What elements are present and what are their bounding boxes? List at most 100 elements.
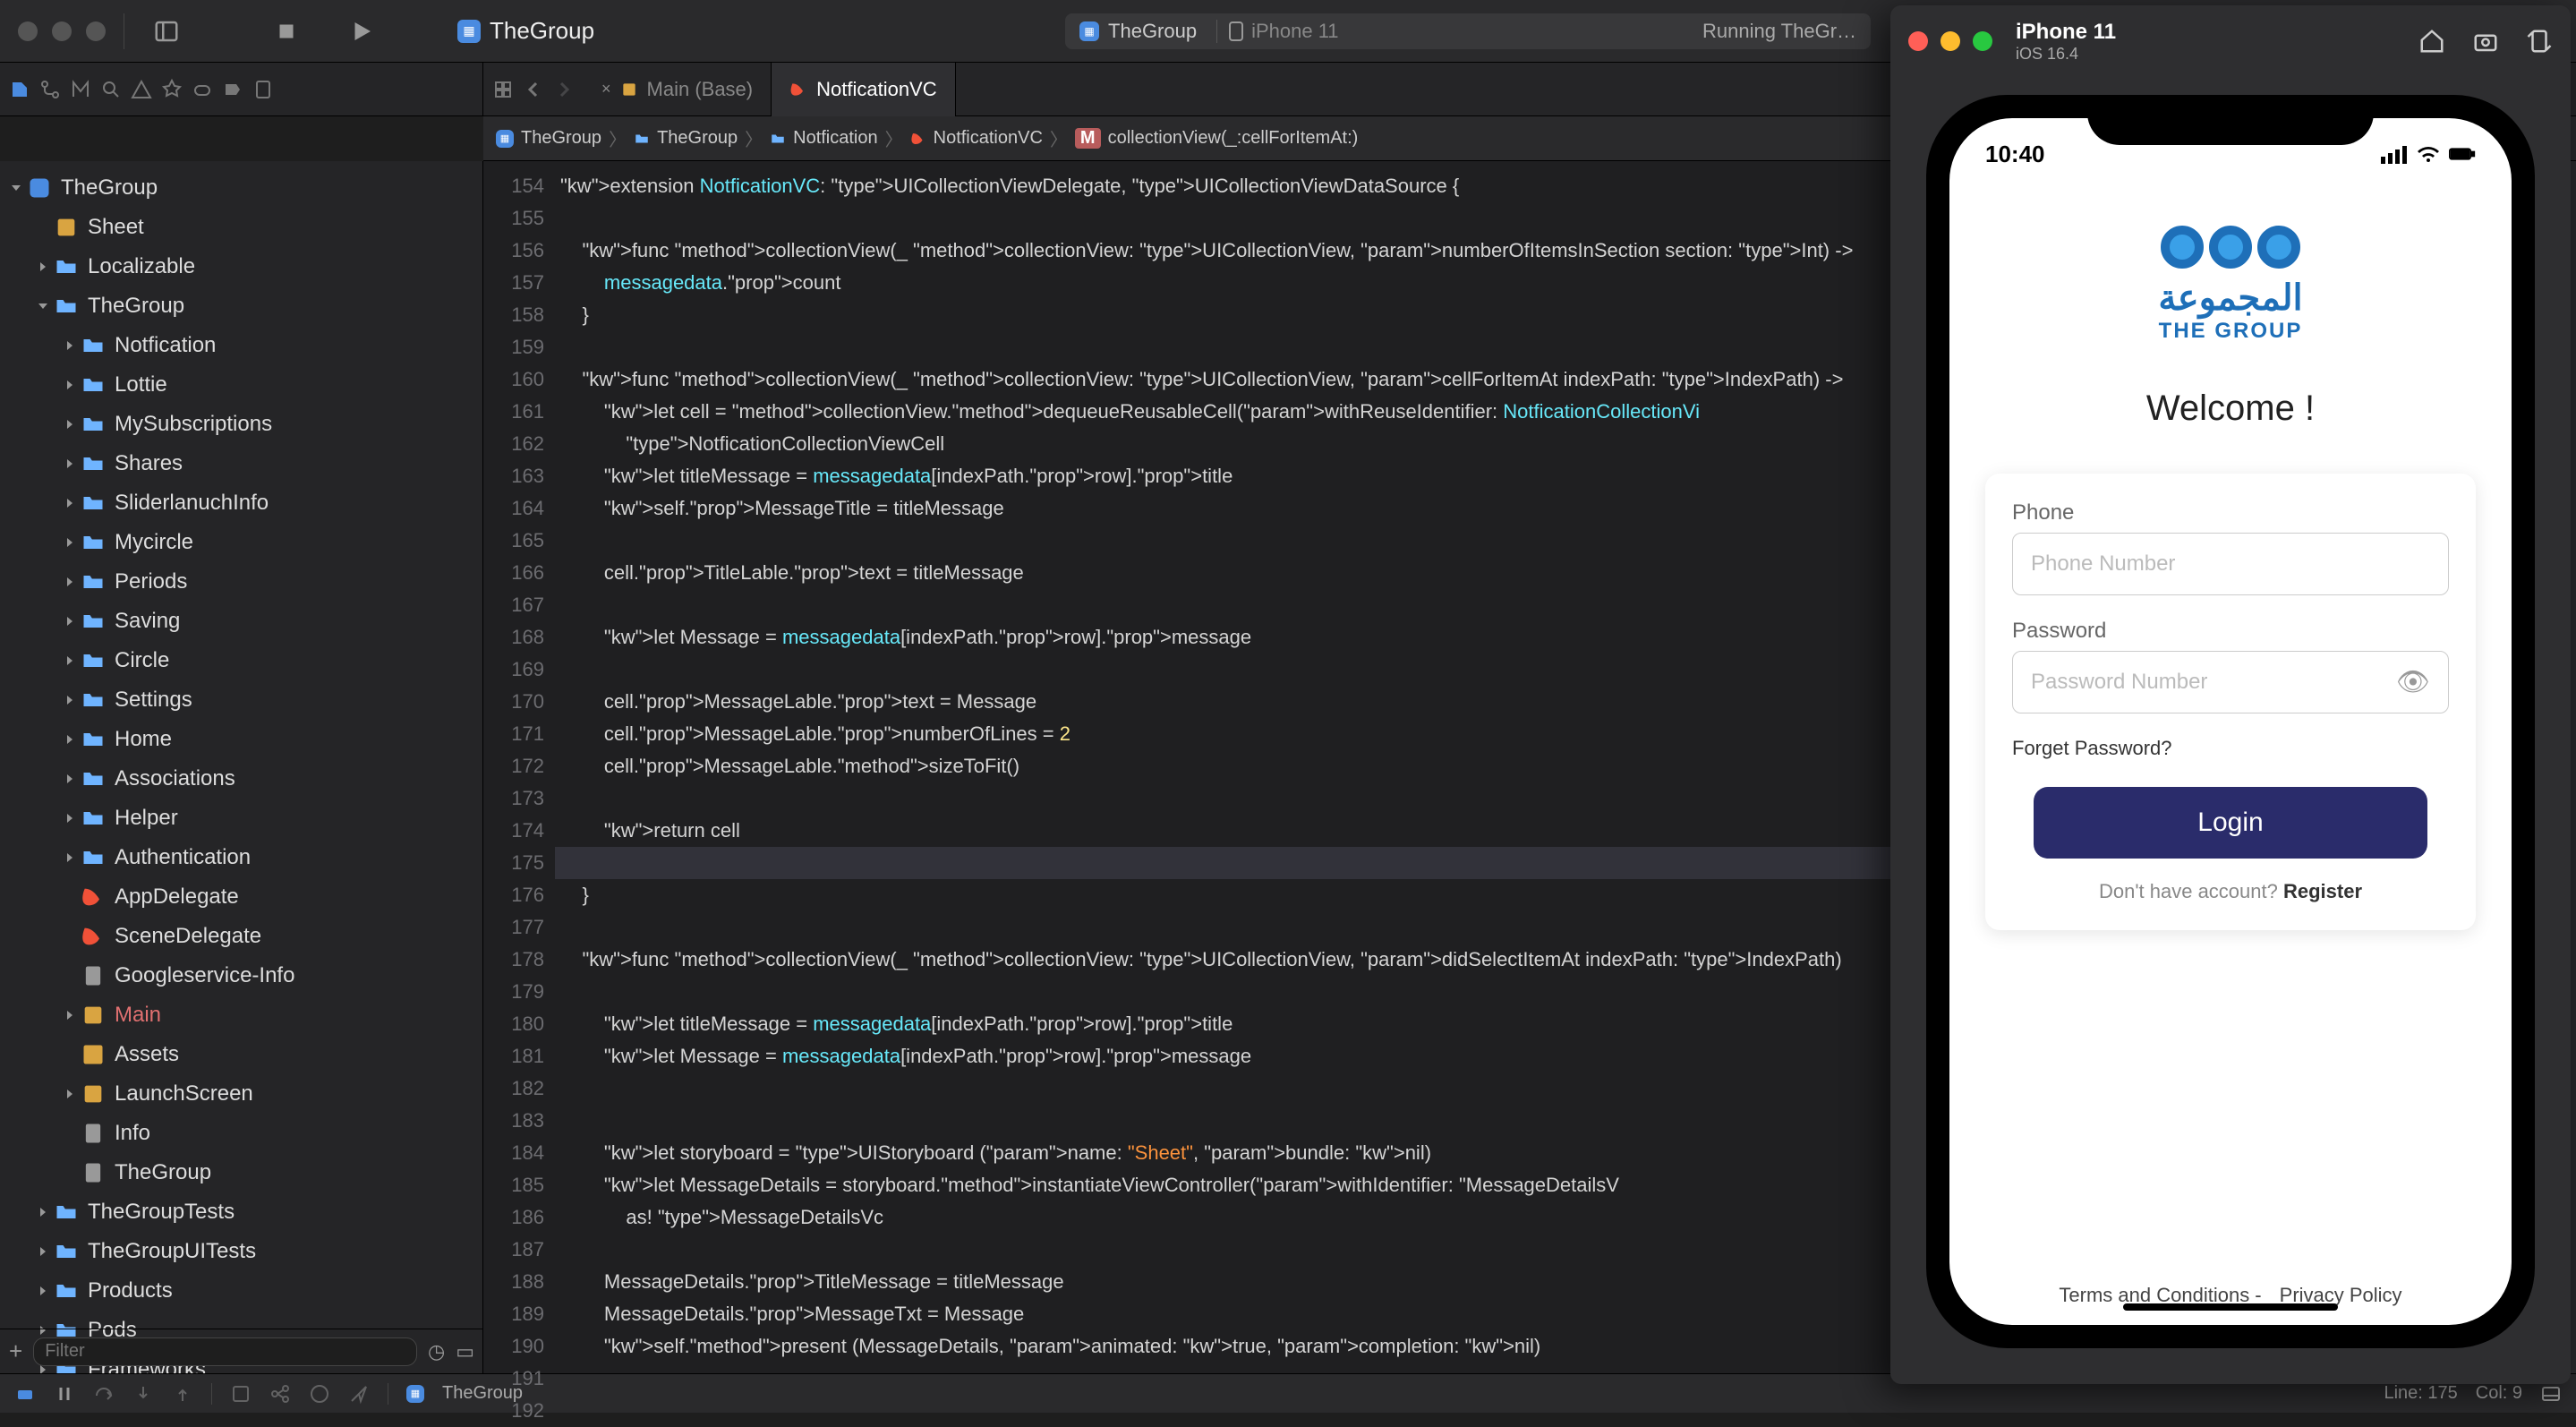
navigator-filter-bar: + ◷ ▭: [0, 1329, 483, 1373]
register-link[interactable]: Register: [2283, 880, 2362, 902]
editor-navigation: [483, 79, 584, 100]
scheme-device[interactable]: iPhone 11: [1216, 20, 1338, 43]
tree-row[interactable]: Products: [0, 1271, 482, 1311]
environment-icon[interactable]: [309, 1383, 330, 1405]
tree-row[interactable]: Circle: [0, 641, 482, 680]
close-window-icon[interactable]: [18, 21, 38, 41]
sim-minimize-icon[interactable]: [1941, 31, 1960, 51]
tree-row[interactable]: LaunchScreen: [0, 1074, 482, 1114]
tree-row[interactable]: Saving: [0, 602, 482, 641]
memory-graph-icon[interactable]: [269, 1383, 291, 1405]
line-gutter: 1541551561571581591601611621631641651661…: [483, 161, 555, 1373]
tree-row[interactable]: Lottie: [0, 365, 482, 405]
method-icon: M: [1075, 128, 1101, 149]
tree-row[interactable]: Localizable: [0, 247, 482, 286]
tree-row[interactable]: Helper: [0, 799, 482, 838]
zoom-window-icon[interactable]: [86, 21, 106, 41]
wifi-icon: [2415, 144, 2442, 164]
build-status: Running TheGr…: [1702, 20, 1856, 43]
device-screen[interactable]: 10:40 المجموعة THE GROUP Welcome ! Phone…: [1949, 118, 2512, 1325]
location-icon[interactable]: [348, 1383, 370, 1405]
forget-password-link[interactable]: Forget Password?: [2012, 737, 2449, 760]
home-icon[interactable]: [2418, 28, 2445, 55]
issue-navigator-icon[interactable]: [131, 79, 152, 100]
project-chip[interactable]: ▦ TheGroup: [457, 17, 594, 45]
tree-row[interactable]: Info: [0, 1114, 482, 1153]
tree-row[interactable]: TheGroupUITests: [0, 1232, 482, 1271]
tree-row[interactable]: Periods: [0, 562, 482, 602]
login-card: Phone Phone Number Password Password Num…: [1985, 474, 2476, 930]
tab-main-base[interactable]: × Main (Base): [584, 63, 772, 116]
tree-row[interactable]: Assets: [0, 1035, 482, 1074]
report-navigator-icon[interactable]: [252, 79, 274, 100]
scm-filter-icon[interactable]: ▭: [456, 1340, 474, 1363]
step-into-icon[interactable]: [132, 1383, 154, 1405]
cursor-col: Col: 9: [2476, 1383, 2522, 1405]
filter-input[interactable]: [33, 1337, 417, 1366]
recent-icon[interactable]: ◷: [428, 1340, 445, 1363]
find-navigator-icon[interactable]: [100, 79, 122, 100]
debug-view-icon[interactable]: [230, 1383, 252, 1405]
tree-row[interactable]: Main: [0, 995, 482, 1035]
tree-row[interactable]: SceneDelegate: [0, 917, 482, 956]
tree-row[interactable]: TheGroupTests: [0, 1192, 482, 1232]
step-out-icon[interactable]: [172, 1383, 193, 1405]
tree-row[interactable]: Shares: [0, 444, 482, 483]
password-label: Password: [2012, 619, 2449, 644]
simulator-window: iPhone 11 iOS 16.4 10:40 المجموعة THE: [1890, 5, 2571, 1384]
related-items-icon[interactable]: [492, 79, 514, 100]
tab-notification-vc[interactable]: NotficationVC: [772, 63, 956, 116]
tree-row[interactable]: Googleservice-Info: [0, 956, 482, 995]
eye-icon[interactable]: 👁: [2396, 667, 2430, 698]
toggle-debug-icon[interactable]: [14, 1383, 36, 1405]
phone-input[interactable]: Phone Number: [2012, 533, 2449, 595]
cursor-line: Line: 175: [2384, 1383, 2457, 1405]
run-button[interactable]: [348, 18, 375, 45]
test-navigator-icon[interactable]: [161, 79, 183, 100]
tree-row[interactable]: SliderlanuchInfo: [0, 483, 482, 523]
source-control-navigator-icon[interactable]: [39, 79, 61, 100]
forward-icon[interactable]: [553, 79, 575, 100]
tree-row[interactable]: Associations: [0, 759, 482, 799]
rotate-icon[interactable]: [2526, 28, 2553, 55]
screenshot-icon[interactable]: [2472, 28, 2499, 55]
navigator-selector: [0, 63, 483, 115]
sim-device-name: iPhone 11: [2016, 20, 2116, 45]
tree-row[interactable]: Sheet: [0, 208, 482, 247]
password-input[interactable]: Password Number 👁: [2012, 651, 2449, 714]
tree-row[interactable]: Home: [0, 720, 482, 759]
breakpoint-navigator-icon[interactable]: [222, 79, 243, 100]
tree-row[interactable]: Notfication: [0, 326, 482, 365]
project-navigator: TheGroupSheetLocalizableTheGroupNotficat…: [0, 161, 483, 1373]
back-icon[interactable]: [523, 79, 544, 100]
tree-row[interactable]: TheGroup: [0, 168, 482, 208]
tree-row[interactable]: MySubscriptions: [0, 405, 482, 444]
stop-button[interactable]: [273, 18, 300, 45]
tree-row[interactable]: Settings: [0, 680, 482, 720]
pause-icon[interactable]: [54, 1383, 75, 1405]
sidebar-toggle-icon[interactable]: [153, 18, 180, 45]
tree-row[interactable]: AppDelegate: [0, 877, 482, 917]
minimize-window-icon[interactable]: [52, 21, 72, 41]
folder-icon: [770, 131, 786, 147]
home-indicator[interactable]: [2123, 1303, 2338, 1311]
tree-row[interactable]: Mycircle: [0, 523, 482, 562]
battery-icon: [2449, 144, 2476, 164]
scheme-selector[interactable]: ▦ TheGroup iPhone 11 Running TheGr…: [1065, 13, 1871, 49]
sim-close-icon[interactable]: [1908, 31, 1928, 51]
tree-row[interactable]: Authentication: [0, 838, 482, 877]
storyboard-icon: [620, 81, 638, 98]
project-navigator-icon[interactable]: [9, 79, 30, 100]
step-over-icon[interactable]: [93, 1383, 115, 1405]
login-button[interactable]: Login: [2034, 787, 2427, 859]
close-tab-icon[interactable]: ×: [601, 80, 611, 98]
add-icon[interactable]: +: [9, 1337, 22, 1365]
debug-navigator-icon[interactable]: [192, 79, 213, 100]
symbol-navigator-icon[interactable]: [70, 79, 91, 100]
console-toggle-icon[interactable]: [2540, 1383, 2562, 1405]
sim-zoom-icon[interactable]: [1973, 31, 1992, 51]
tree-row[interactable]: TheGroup: [0, 286, 482, 326]
tree-row[interactable]: TheGroup: [0, 1153, 482, 1192]
window-traffic-lights[interactable]: [18, 21, 106, 41]
simulator-traffic-lights[interactable]: [1908, 31, 1992, 51]
